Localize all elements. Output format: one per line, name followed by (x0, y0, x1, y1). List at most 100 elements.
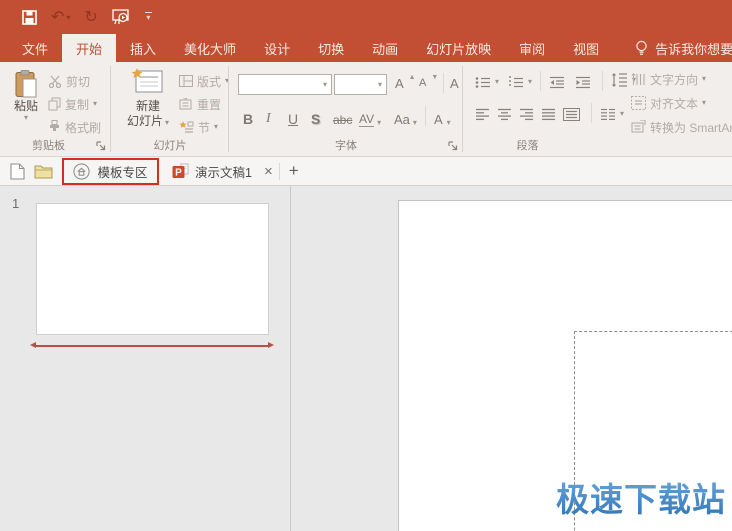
font-size-combobox[interactable]: ▾ (334, 74, 387, 95)
pane-divider[interactable] (290, 186, 291, 531)
menu-tab-design[interactable]: 设计 (250, 34, 304, 62)
align-center-button[interactable] (497, 104, 512, 124)
change-case-caret-icon: ▾ (413, 119, 417, 127)
cut-button[interactable]: 剪切 (48, 71, 90, 91)
menu-tab-insert[interactable]: 插入 (116, 34, 170, 62)
align-right-icon (519, 108, 534, 121)
numbering-button[interactable]: ▾ (508, 72, 532, 92)
decrease-indent-button[interactable] (549, 72, 565, 92)
scissors-icon (48, 75, 62, 88)
redo-button[interactable]: ↻ (84, 5, 97, 29)
bullets-caret-icon: ▾ (495, 78, 499, 86)
distribute-icon (563, 108, 580, 121)
home-icon (73, 163, 90, 180)
smartart-icon (631, 120, 646, 134)
line-spacing-icon (611, 72, 628, 88)
layout-label: 版式 (197, 73, 221, 90)
paste-button[interactable]: 粘贴 ▾ (8, 70, 44, 122)
underline-button[interactable]: U (288, 106, 298, 127)
slide-1-thumbnail[interactable] (36, 203, 269, 335)
font-name-combobox[interactable]: ▾ (238, 74, 332, 95)
change-case-button[interactable]: Aa ▾ (394, 106, 417, 127)
new-slide-button[interactable]: 新建 幻灯片▾ (121, 68, 175, 129)
arrow-line (34, 345, 270, 347)
arrow-right-head (268, 342, 274, 348)
strikethrough-button[interactable]: abc (333, 106, 352, 127)
layout-icon (179, 75, 193, 87)
convert-to-smartart-button[interactable]: 转换为 SmartArt (631, 117, 732, 137)
new-slide-icon (131, 68, 165, 95)
save-icon (22, 10, 37, 25)
layout-button[interactable]: 版式 ▾ (179, 71, 229, 91)
start-slideshow-button[interactable] (112, 5, 131, 29)
template-zone-tab-label: 模板专区 (97, 162, 147, 181)
new-tab-button[interactable]: + (280, 161, 308, 181)
align-right-button[interactable] (519, 104, 534, 124)
format-painter-button[interactable]: 格式刷 (48, 117, 101, 137)
text-shadow-button[interactable]: S (311, 106, 320, 127)
align-text-caret-icon: ▾ (702, 99, 706, 107)
align-left-icon (475, 108, 490, 121)
decrease-indent-icon (549, 76, 565, 89)
new-file-button[interactable] (4, 158, 30, 184)
section-icon (179, 121, 194, 134)
convert-to-smartart-label: 转换为 SmartArt (650, 119, 732, 136)
text-direction-icon (631, 72, 646, 86)
reset-button[interactable]: 重置 (179, 94, 221, 114)
reset-label: 重置 (197, 96, 221, 113)
section-button[interactable]: 节 ▾ (179, 117, 218, 137)
format-painter-label: 格式刷 (65, 119, 101, 136)
bold-button[interactable]: B (243, 106, 253, 127)
lightbulb-icon (635, 40, 648, 56)
paragraph-group-label: 段落 (463, 137, 592, 153)
columns-icon (600, 108, 616, 121)
close-tab-button[interactable]: × (258, 163, 279, 180)
undo-button[interactable]: ↶ ▾ (51, 5, 70, 29)
menu-tab-animations[interactable]: 动画 (358, 34, 412, 62)
presentation-tab-label: 演示文稿1 (195, 162, 252, 181)
italic-button[interactable]: I (266, 106, 271, 127)
align-text-button[interactable]: 对齐文本 ▾ (631, 93, 706, 113)
clear-formatting-button[interactable]: A (450, 73, 459, 93)
distribute-button[interactable] (563, 104, 580, 124)
font-dialog-launcher[interactable] (448, 141, 459, 152)
menu-tab-beautify[interactable]: 美化大师 (170, 34, 250, 62)
save-button[interactable] (22, 5, 37, 29)
customize-quick-access-button[interactable]: ▾ (145, 5, 152, 29)
increase-font-size-button[interactable]: A▲ (395, 73, 416, 93)
align-left-button[interactable] (475, 104, 490, 124)
columns-button[interactable]: ▾ (600, 104, 624, 124)
menu-tab-transitions[interactable]: 切换 (304, 34, 358, 62)
character-spacing-button[interactable]: AV ▾ (359, 106, 381, 127)
justify-button[interactable] (541, 104, 556, 124)
font-color-caret-icon: ▾ (447, 119, 451, 127)
open-file-button[interactable] (30, 158, 56, 184)
clipboard-group-label: 剪贴板 (0, 137, 97, 153)
cut-label: 剪切 (66, 73, 90, 90)
menu-tab-review[interactable]: 审阅 (505, 34, 559, 62)
increase-indent-button[interactable] (575, 72, 591, 92)
ribbon-tab-bar: 文件 开始 插入 美化大师 设计 切换 动画 幻灯片放映 审阅 视图 告诉我你想… (0, 34, 732, 62)
menu-tab-view[interactable]: 视图 (559, 34, 613, 62)
clipboard-dialog-launcher[interactable] (96, 141, 107, 152)
ribbon: 粘贴 ▾ 剪切 复制 ▾ (0, 62, 732, 157)
presentation-tab[interactable]: P 演示文稿1 (164, 158, 258, 185)
template-zone-tab[interactable]: 模板专区 (62, 158, 159, 185)
svg-text:P: P (175, 167, 182, 178)
menu-tab-home[interactable]: 开始 (62, 34, 116, 62)
font-group-label: 字体 (229, 137, 463, 153)
menu-tab-slideshow[interactable]: 幻灯片放映 (412, 34, 505, 62)
open-folder-icon (34, 164, 53, 179)
bullets-button[interactable]: ▾ (475, 72, 499, 92)
decrease-font-size-button[interactable]: A▼ (419, 73, 438, 93)
menu-tab-file[interactable]: 文件 (8, 34, 62, 62)
numbering-caret-icon: ▾ (528, 78, 532, 86)
document-tab-bar: 模板专区 P 演示文稿1 × + (0, 157, 732, 186)
quick-access-toolbar: ↶ ▾ ↻ ▾ (0, 5, 152, 29)
text-direction-button[interactable]: 文字方向 ▾ (631, 69, 706, 89)
copy-button[interactable]: 复制 ▾ (48, 94, 97, 114)
slide-number: 1 (12, 196, 19, 211)
tell-me-search[interactable]: 告诉我你想要做什么 (613, 34, 732, 62)
slide-canvas[interactable]: 极速下载站 (398, 200, 732, 531)
font-color-button[interactable]: A ▾ (434, 106, 451, 127)
